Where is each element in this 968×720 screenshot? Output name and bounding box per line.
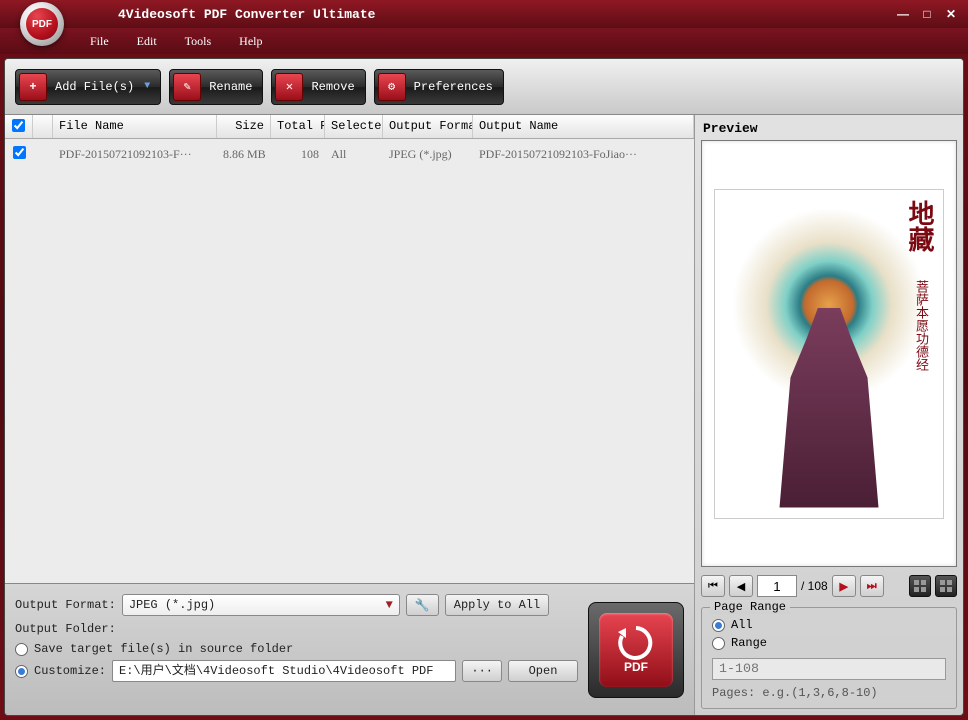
- grid-view-button[interactable]: [935, 575, 957, 597]
- window-title: 4Videosoft PDF Converter Ultimate: [118, 7, 375, 22]
- preferences-label: Preferences: [414, 80, 493, 94]
- customize-radio[interactable]: Customize:: [15, 664, 106, 678]
- file-list-pane: File Name Size Total Pa Selected Output …: [5, 115, 695, 715]
- output-format-dropdown[interactable]: JPEG (*.jpg) ▼: [122, 594, 400, 616]
- page-range-fieldset: Page Range All Range Pages: e.g.(1,3,6,8…: [701, 607, 957, 709]
- cell-outname: PDF-20150721092103-FoJiao···: [473, 143, 694, 166]
- gear-icon: ⚙: [378, 73, 406, 101]
- convert-label: PDF: [624, 660, 648, 674]
- menubar: File Edit Tools Help: [0, 28, 968, 54]
- format-settings-button[interactable]: 🔧: [406, 594, 439, 616]
- page-total: / 108: [801, 579, 828, 593]
- preview-pane: Preview 地藏 菩萨本愿功德经 ⏮ ◀ / 108 ▶ ⏭: [695, 115, 963, 715]
- browse-button[interactable]: ···: [462, 660, 502, 682]
- output-folder-label: Output Folder:: [15, 622, 116, 636]
- add-files-button[interactable]: + Add File(s) ▼: [15, 69, 161, 105]
- first-page-button[interactable]: ⏮: [701, 575, 725, 597]
- preview-text-large: 地藏: [904, 200, 935, 252]
- convert-button[interactable]: PDF: [588, 602, 684, 698]
- app-logo: PDF: [20, 2, 64, 46]
- chevron-down-icon: ▼: [386, 598, 393, 612]
- menu-help[interactable]: Help: [239, 34, 262, 49]
- convert-icon: PDF: [599, 613, 673, 687]
- page-range-legend: Page Range: [710, 600, 790, 614]
- preview-text-small: 菩萨本愿功德经: [912, 280, 931, 371]
- range-all-label: All: [731, 618, 753, 632]
- grid-body: PDF-20150721092103-F··· 8.86 MB 108 All …: [5, 139, 694, 583]
- dropdown-arrow-icon[interactable]: ▼: [144, 81, 150, 92]
- cell-selected: All: [325, 143, 383, 166]
- grid-header: File Name Size Total Pa Selected Output …: [5, 115, 694, 139]
- add-files-label: Add File(s): [55, 80, 134, 94]
- close-button[interactable]: ✕: [942, 6, 960, 22]
- preview-image: 地藏 菩萨本愿功德经: [714, 189, 944, 519]
- rename-label: Rename: [209, 80, 252, 94]
- save-source-label: Save target file(s) in source folder: [34, 642, 293, 656]
- prev-page-button[interactable]: ◀: [729, 575, 753, 597]
- cell-format: JPEG (*.jpg): [383, 143, 473, 166]
- preview-figure: [774, 308, 884, 508]
- toolbar: + Add File(s) ▼ ✎ Rename ✕ Remove ⚙ Pref…: [5, 59, 963, 115]
- rename-button[interactable]: ✎ Rename: [169, 69, 263, 105]
- maximize-button[interactable]: □: [918, 6, 936, 22]
- range-all-radio[interactable]: All: [712, 618, 946, 632]
- preferences-button[interactable]: ⚙ Preferences: [374, 69, 504, 105]
- content-area: + Add File(s) ▼ ✎ Rename ✕ Remove ⚙ Pref…: [4, 58, 964, 716]
- menu-tools[interactable]: Tools: [185, 34, 212, 49]
- output-path-input[interactable]: E:\用户\文档\4Videosoft Studio\4Videosoft PD…: [112, 660, 456, 682]
- wrench-icon: 🔧: [415, 598, 430, 613]
- cell-total: 108: [271, 143, 325, 166]
- pencil-icon: ✎: [173, 73, 201, 101]
- titlebar: PDF 4Videosoft PDF Converter Ultimate — …: [0, 0, 968, 28]
- col-size[interactable]: Size: [217, 115, 271, 138]
- open-folder-button[interactable]: Open: [508, 660, 578, 682]
- last-page-button[interactable]: ⏭: [860, 575, 884, 597]
- col-selected[interactable]: Selected: [325, 115, 383, 138]
- pdf-logo-icon: PDF: [26, 8, 58, 40]
- col-total[interactable]: Total Pa: [271, 115, 325, 138]
- range-custom-label: Range: [731, 636, 767, 650]
- col-filename[interactable]: File Name: [53, 115, 217, 138]
- remove-label: Remove: [311, 80, 354, 94]
- remove-button[interactable]: ✕ Remove: [271, 69, 365, 105]
- preview-title: Preview: [701, 117, 957, 140]
- col-outname[interactable]: Output Name: [473, 115, 694, 138]
- output-panel: Output Format: JPEG (*.jpg) ▼ 🔧 Apply to…: [5, 583, 694, 715]
- page-number-input[interactable]: [757, 575, 797, 597]
- app-window: PDF 4Videosoft PDF Converter Ultimate — …: [0, 0, 968, 720]
- cell-size: 8.86 MB: [217, 143, 271, 166]
- plus-icon: +: [19, 73, 47, 101]
- output-format-label: Output Format:: [15, 598, 116, 612]
- preview-viewport: 地藏 菩萨本愿功德经: [701, 140, 957, 567]
- range-input[interactable]: [712, 658, 946, 680]
- select-all-checkbox[interactable]: [12, 119, 25, 132]
- cell-filename: PDF-20150721092103-F···: [53, 143, 217, 166]
- menu-file[interactable]: File: [90, 34, 109, 49]
- col-format[interactable]: Output Format: [383, 115, 473, 138]
- thumbnail-view-button[interactable]: [909, 575, 931, 597]
- page-nav: ⏮ ◀ / 108 ▶ ⏭: [701, 573, 957, 599]
- output-format-value: JPEG (*.jpg): [129, 598, 215, 612]
- menu-edit[interactable]: Edit: [137, 34, 157, 49]
- range-hint: Pages: e.g.(1,3,6,8-10): [712, 686, 946, 700]
- apply-all-button[interactable]: Apply to All: [445, 594, 549, 616]
- minimize-button[interactable]: —: [894, 6, 912, 22]
- row-checkbox[interactable]: [13, 146, 26, 159]
- range-custom-radio[interactable]: Range: [712, 636, 946, 650]
- table-row[interactable]: PDF-20150721092103-F··· 8.86 MB 108 All …: [5, 139, 694, 169]
- customize-label: Customize:: [34, 664, 106, 678]
- save-source-radio[interactable]: Save target file(s) in source folder: [15, 642, 578, 656]
- next-page-button[interactable]: ▶: [832, 575, 856, 597]
- x-icon: ✕: [275, 73, 303, 101]
